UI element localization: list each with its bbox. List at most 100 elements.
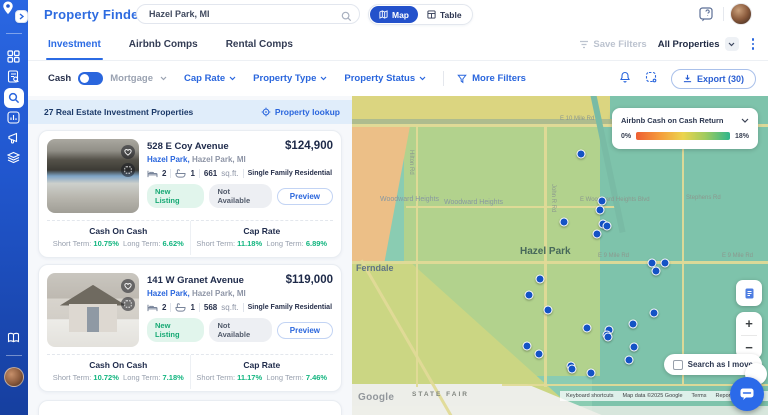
property-marker[interactable]: [523, 342, 532, 351]
map-document-button[interactable]: [736, 280, 762, 306]
property-type: Single Family Residential: [248, 170, 332, 177]
layers-icon[interactable]: [7, 151, 21, 165]
favorite-heart-icon[interactable]: [121, 145, 135, 159]
property-marker[interactable]: [630, 343, 639, 352]
cap-rate-filter[interactable]: Cap Rate: [184, 73, 236, 84]
tab-airbnb-comps[interactable]: Airbnb Comps: [129, 28, 198, 60]
table-view-button[interactable]: Table: [418, 6, 471, 23]
export-button[interactable]: Export (30): [671, 69, 756, 89]
location-search[interactable]: [136, 4, 360, 24]
sidebar-avatar[interactable]: [4, 367, 24, 387]
cash-on-cash-stat: Cash On Cash Short Term: 10.72% Long Ter…: [47, 355, 191, 389]
beds-count: 2: [162, 303, 166, 312]
bed-icon: [147, 303, 158, 312]
property-marker[interactable]: [650, 309, 659, 318]
property-photo[interactable]: [47, 139, 139, 213]
map-road: [416, 125, 418, 387]
property-city-link[interactable]: Hazel Park,: [147, 289, 190, 298]
property-photo[interactable]: [47, 273, 139, 347]
photo-roof: [60, 285, 126, 306]
preview-button[interactable]: Preview: [277, 188, 333, 205]
lasso-icon[interactable]: [121, 163, 135, 177]
property-marker[interactable]: [587, 369, 596, 378]
cash-mortgage-toggle[interactable]: [78, 72, 103, 85]
search-icon[interactable]: [341, 9, 352, 27]
property-status-filter[interactable]: Property Status: [344, 73, 426, 84]
chevron-down-icon: [229, 76, 236, 81]
chevron-down-icon[interactable]: [725, 37, 739, 51]
more-filters-label: More Filters: [472, 73, 526, 84]
all-properties-dropdown[interactable]: All Properties: [658, 37, 739, 51]
property-lookup-button[interactable]: Property lookup: [261, 107, 340, 117]
property-address[interactable]: 141 W Granet Avenue: [147, 275, 244, 286]
legend-max: 18%: [735, 133, 749, 140]
availability-badge: Not Available: [209, 184, 271, 208]
property-city-link[interactable]: Hazel Park,: [147, 155, 190, 164]
property-marker[interactable]: [596, 206, 605, 215]
map-view-button[interactable]: Map: [370, 6, 418, 23]
search-input[interactable]: [147, 5, 337, 23]
search-nav-active[interactable]: [4, 88, 24, 108]
favorite-heart-icon[interactable]: [121, 279, 135, 293]
chevron-down-icon[interactable]: [741, 118, 749, 123]
coc-long-value: 6.62%: [163, 239, 184, 248]
property-marker[interactable]: [603, 222, 612, 231]
megaphone-icon[interactable]: [7, 131, 21, 145]
property-marker[interactable]: [583, 324, 592, 333]
chat-button[interactable]: [730, 377, 764, 411]
property-card[interactable]: 528 E Coy Avenue $124,900 Hazel Park, Ha…: [38, 130, 342, 258]
feedback-icon[interactable]: [698, 6, 714, 22]
dashboard-grid-icon[interactable]: [7, 50, 21, 64]
sidebar-expand-button[interactable]: [15, 10, 28, 23]
tab-rental-comps[interactable]: Rental Comps: [226, 28, 293, 60]
property-region: Hazel Park, MI: [192, 289, 246, 298]
table-view-label: Table: [440, 10, 462, 20]
tabs-bar: Investment Airbnb Comps Rental Comps Sav…: [28, 28, 768, 61]
save-filters-button[interactable]: Save Filters: [579, 39, 646, 50]
chevron-down-icon[interactable]: [160, 76, 167, 81]
user-avatar[interactable]: [730, 3, 752, 25]
property-marker[interactable]: [625, 356, 634, 365]
street-label: Stephens Rd: [686, 195, 721, 201]
lasso-draw-icon[interactable]: [645, 70, 657, 88]
property-marker[interactable]: [629, 320, 638, 329]
property-marker[interactable]: [652, 267, 661, 276]
more-menu-button[interactable]: [750, 36, 757, 52]
document-search-icon[interactable]: [7, 70, 21, 84]
property-card[interactable]: [38, 400, 342, 415]
property-type-filter[interactable]: Property Type: [253, 73, 327, 84]
bath-icon: [175, 303, 186, 312]
property-marker[interactable]: [593, 230, 602, 239]
zoom-in-button[interactable]: +: [736, 312, 762, 335]
property-marker[interactable]: [535, 350, 544, 359]
property-card[interactable]: 141 W Granet Avenue $119,000 Hazel Park,…: [38, 264, 342, 392]
property-marker[interactable]: [560, 218, 569, 227]
property-address[interactable]: 528 E Coy Avenue: [147, 141, 229, 152]
property-marker[interactable]: [577, 150, 586, 159]
bell-icon[interactable]: [619, 70, 631, 88]
document-icon: [743, 287, 756, 300]
photo-door: [87, 307, 98, 332]
analytics-chart-icon[interactable]: [7, 111, 21, 125]
search-as-i-move-checkbox[interactable]: [673, 360, 683, 370]
property-marker[interactable]: [568, 365, 577, 374]
property-marker[interactable]: [525, 291, 534, 300]
preview-button[interactable]: Preview: [277, 322, 333, 339]
book-icon[interactable]: [7, 331, 21, 345]
property-marker[interactable]: [544, 306, 553, 315]
keyboard-shortcuts-link[interactable]: Keyboard shortcuts: [566, 393, 613, 399]
list-header: 27 Real Estate Investment Properties Pro…: [28, 100, 352, 124]
property-marker[interactable]: [598, 197, 607, 206]
lasso-icon[interactable]: [121, 297, 135, 311]
property-marker[interactable]: [604, 333, 613, 342]
cap-title: Cap Rate: [191, 226, 334, 236]
map[interactable]: E 10 Mile Rd E Woodward Heights Blvd Ste…: [352, 96, 768, 415]
more-filters-button[interactable]: More Filters: [457, 73, 526, 84]
property-list-panel: 27 Real Estate Investment Properties Pro…: [28, 96, 352, 415]
property-marker[interactable]: [536, 275, 545, 284]
property-marker[interactable]: [661, 259, 670, 268]
funnel-icon: [457, 74, 467, 84]
tab-investment[interactable]: Investment: [48, 28, 101, 60]
street-label: Hilton Rd: [408, 150, 414, 175]
terms-link[interactable]: Terms: [692, 393, 707, 399]
